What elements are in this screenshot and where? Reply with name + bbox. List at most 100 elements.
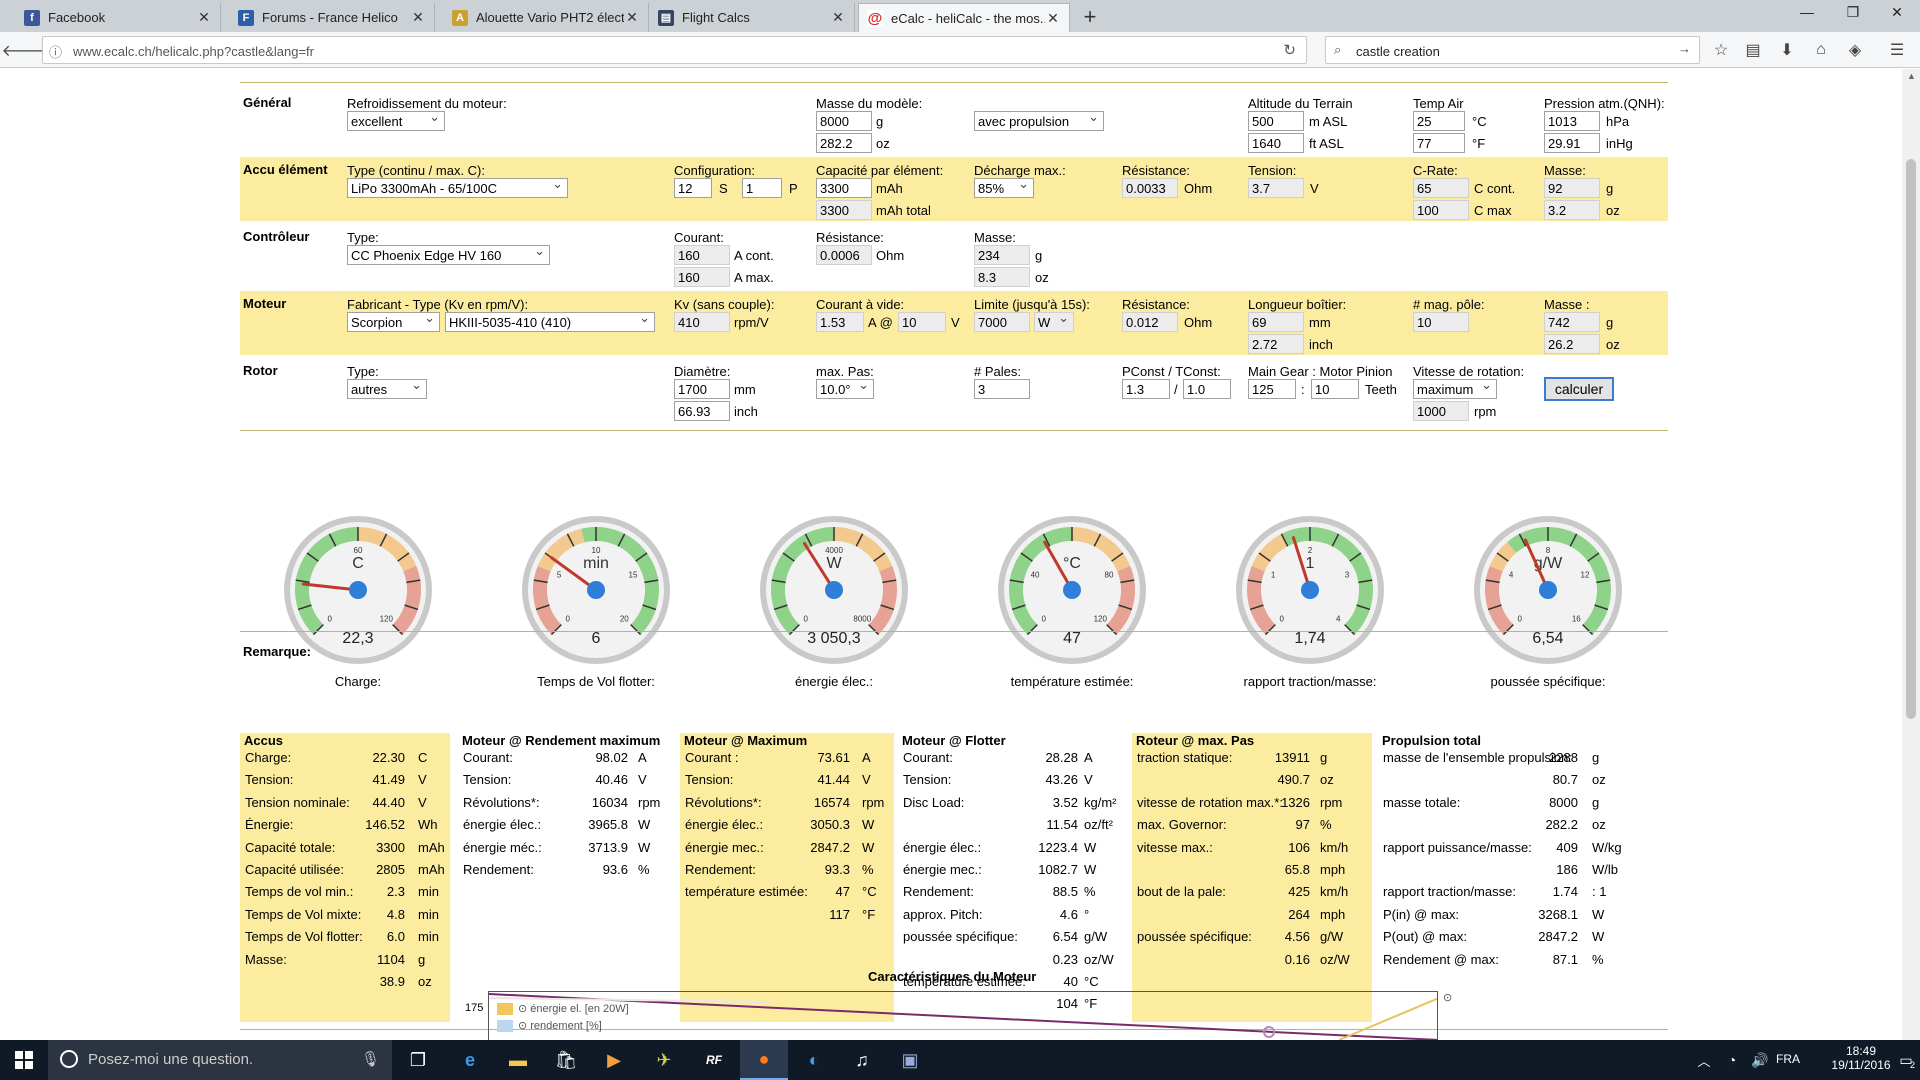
new-tab-button[interactable]: + xyxy=(1076,4,1104,30)
esc-type-select[interactable]: CC Phoenix Edge HV 160 xyxy=(347,245,550,265)
result-unit: km/h xyxy=(1320,884,1349,900)
main-gear-input[interactable]: 125 xyxy=(1248,379,1296,399)
legend-item[interactable]: ⊙ énergie el. [en 20W] xyxy=(497,1000,629,1017)
info-icon[interactable]: ⓘ xyxy=(49,42,62,61)
unit-label: °C xyxy=(1472,114,1487,129)
altitude-label: Altitude du Terrain xyxy=(1248,96,1353,111)
back-button[interactable]: 🡐 xyxy=(2,38,45,62)
file-explorer-icon[interactable]: ▬ xyxy=(494,1040,542,1080)
cells-series-input[interactable]: 12 xyxy=(674,178,712,198)
max-pitch-select[interactable]: 10.0° xyxy=(816,379,874,399)
address-bar[interactable]: ⓘ www.ecalc.ch/helicalc.php?castle&lang=… xyxy=(42,36,1307,64)
altitude-m-input[interactable]: 500 xyxy=(1248,111,1304,131)
air-temp-c-input[interactable]: 25 xyxy=(1413,111,1465,131)
close-icon[interactable]: ✕ xyxy=(196,9,212,26)
gauge-hub xyxy=(1301,581,1319,599)
task-view-icon[interactable]: ❐ xyxy=(394,1040,442,1080)
pocket-icon[interactable]: ◈ xyxy=(1842,38,1868,62)
scrollbar[interactable]: ▲ xyxy=(1902,69,1920,1040)
result-label: Révolutions*: xyxy=(463,794,540,810)
edge-icon[interactable]: e xyxy=(446,1040,494,1080)
search-bar[interactable]: ⌕ castle creation → xyxy=(1325,36,1700,64)
calculate-button[interactable]: calculer xyxy=(1544,377,1614,401)
tab-ecalc[interactable]: @ eCalc - heliCalc - the mos... ✕ xyxy=(858,3,1070,32)
result-unit: % xyxy=(1320,817,1332,833)
cell-mass-label: Masse: xyxy=(1544,163,1586,178)
firefox-icon[interactable]: ● xyxy=(740,1040,788,1080)
tab-forums[interactable]: F Forums - France Helico ✕ xyxy=(230,3,435,32)
esc-mass-label: Masse: xyxy=(974,230,1016,245)
itunes-icon[interactable]: ♫ xyxy=(838,1040,886,1080)
menu-icon[interactable]: ☰ xyxy=(1884,38,1910,62)
motor-mfr-select[interactable]: Scorpion xyxy=(347,312,440,332)
close-window-button[interactable]: ✕ xyxy=(1874,4,1920,26)
max-discharge-select[interactable]: 85% xyxy=(974,178,1034,198)
cells-parallel-input[interactable]: 1 xyxy=(742,178,782,198)
result-value: 43.26 xyxy=(1045,772,1078,788)
pconst-input[interactable]: 1.3 xyxy=(1122,379,1170,399)
diameter-mm-input[interactable]: 1700 xyxy=(674,379,730,399)
rotor-speed-mode-select[interactable]: maximum xyxy=(1413,379,1497,399)
microphone-icon[interactable]: 🎙 xyxy=(361,1050,380,1068)
windows-start-icon[interactable] xyxy=(0,1040,48,1080)
altitude-ft-input[interactable]: 1640 xyxy=(1248,133,1304,153)
pressure-hpa-input[interactable]: 1013 xyxy=(1544,111,1600,131)
gauge-unit: min xyxy=(583,555,609,572)
pressure-inhg-input[interactable]: 29.91 xyxy=(1544,133,1600,153)
minimize-button[interactable]: — xyxy=(1784,4,1830,26)
realflight-icon[interactable]: RF xyxy=(690,1040,738,1080)
scroll-up-icon[interactable]: ▲ xyxy=(1907,71,1916,81)
notifications-icon[interactable]: ▭ 2 xyxy=(1882,1040,1920,1080)
rotor-type-select[interactable]: autres xyxy=(347,379,427,399)
close-icon[interactable]: ✕ xyxy=(1045,10,1061,27)
result-unit: oz xyxy=(1592,772,1606,788)
home-icon[interactable]: ⌂ xyxy=(1808,38,1834,62)
model-mass-oz-input[interactable]: 282.2 xyxy=(816,133,872,153)
result-label: Énergie: xyxy=(245,817,294,833)
tab-flight-calcs[interactable]: ▤ Flight Calcs ✕ xyxy=(650,3,855,32)
unit-label: oz xyxy=(1606,337,1620,352)
scrollbar-thumb[interactable] xyxy=(1906,159,1916,719)
capacity-label: Capacité par élément: xyxy=(816,163,944,178)
unit-label: inch xyxy=(734,404,758,419)
go-arrow-icon[interactable]: → xyxy=(1678,41,1691,56)
bookmark-star-icon[interactable]: ☆ xyxy=(1708,38,1734,62)
restore-button[interactable]: ❐ xyxy=(1830,4,1876,26)
store-icon[interactable]: 🛍 xyxy=(542,1040,590,1080)
legend-item[interactable]: ⊙ rendement [%] xyxy=(497,1017,629,1034)
blades-input[interactable]: 3 xyxy=(974,379,1030,399)
download-icon[interactable]: ⬇ xyxy=(1774,38,1800,62)
cortana-search-box[interactable]: Posez-moi une question. 🎙 xyxy=(48,1040,392,1080)
result-row: Temps de vol min.: 2.3 min xyxy=(240,884,450,904)
reload-icon[interactable]: ↻ xyxy=(1283,41,1296,59)
air-temp-f-input[interactable]: 77 xyxy=(1413,133,1465,153)
tab-alouette[interactable]: A Alouette Vario PHT2 électr... ✕ xyxy=(444,3,649,32)
model-mass-g-input[interactable]: 8000 xyxy=(816,111,872,131)
app-icon[interactable]: ▣ xyxy=(886,1040,934,1080)
result-value: 264 xyxy=(1288,906,1310,922)
capacity-input[interactable]: 3300 xyxy=(816,178,872,198)
reading-list-icon[interactable]: ▤ xyxy=(1740,38,1766,62)
media-icon[interactable]: ▶ xyxy=(590,1040,638,1080)
result-value: 41.44 xyxy=(817,772,850,788)
app-icon[interactable]: ✈ xyxy=(640,1040,688,1080)
gear-label: Main Gear : Motor Pinion xyxy=(1248,364,1393,379)
close-icon[interactable]: ✕ xyxy=(624,9,640,26)
result-label: Rendement @ max: xyxy=(1383,951,1499,967)
result-value: 3050.3 xyxy=(810,817,850,833)
cooling-select[interactable]: excellent xyxy=(347,111,445,131)
tab-facebook[interactable]: f Facebook ✕ xyxy=(16,3,221,32)
app-icon[interactable]: ◐ xyxy=(790,1040,838,1080)
close-icon[interactable]: ✕ xyxy=(410,9,426,26)
motor-type-select[interactable]: HKIII-5035-410 (410) xyxy=(445,312,655,332)
language-indicator[interactable]: FRA xyxy=(1776,1052,1800,1066)
battery-type-select[interactable]: LiPo 3300mAh - 65/100C xyxy=(347,178,568,198)
result-unit: % xyxy=(862,862,874,877)
pinion-input[interactable]: 10 xyxy=(1311,379,1359,399)
tconst-input[interactable]: 1.0 xyxy=(1183,379,1231,399)
diameter-in-input[interactable]: 66.93 xyxy=(674,401,730,421)
propulsion-select[interactable]: avec propulsion xyxy=(974,111,1104,131)
limit-unit-select[interactable]: W xyxy=(1034,312,1074,332)
close-icon[interactable]: ✕ xyxy=(830,9,846,26)
chart-help-icon[interactable]: ⊙ xyxy=(1443,991,1452,1004)
